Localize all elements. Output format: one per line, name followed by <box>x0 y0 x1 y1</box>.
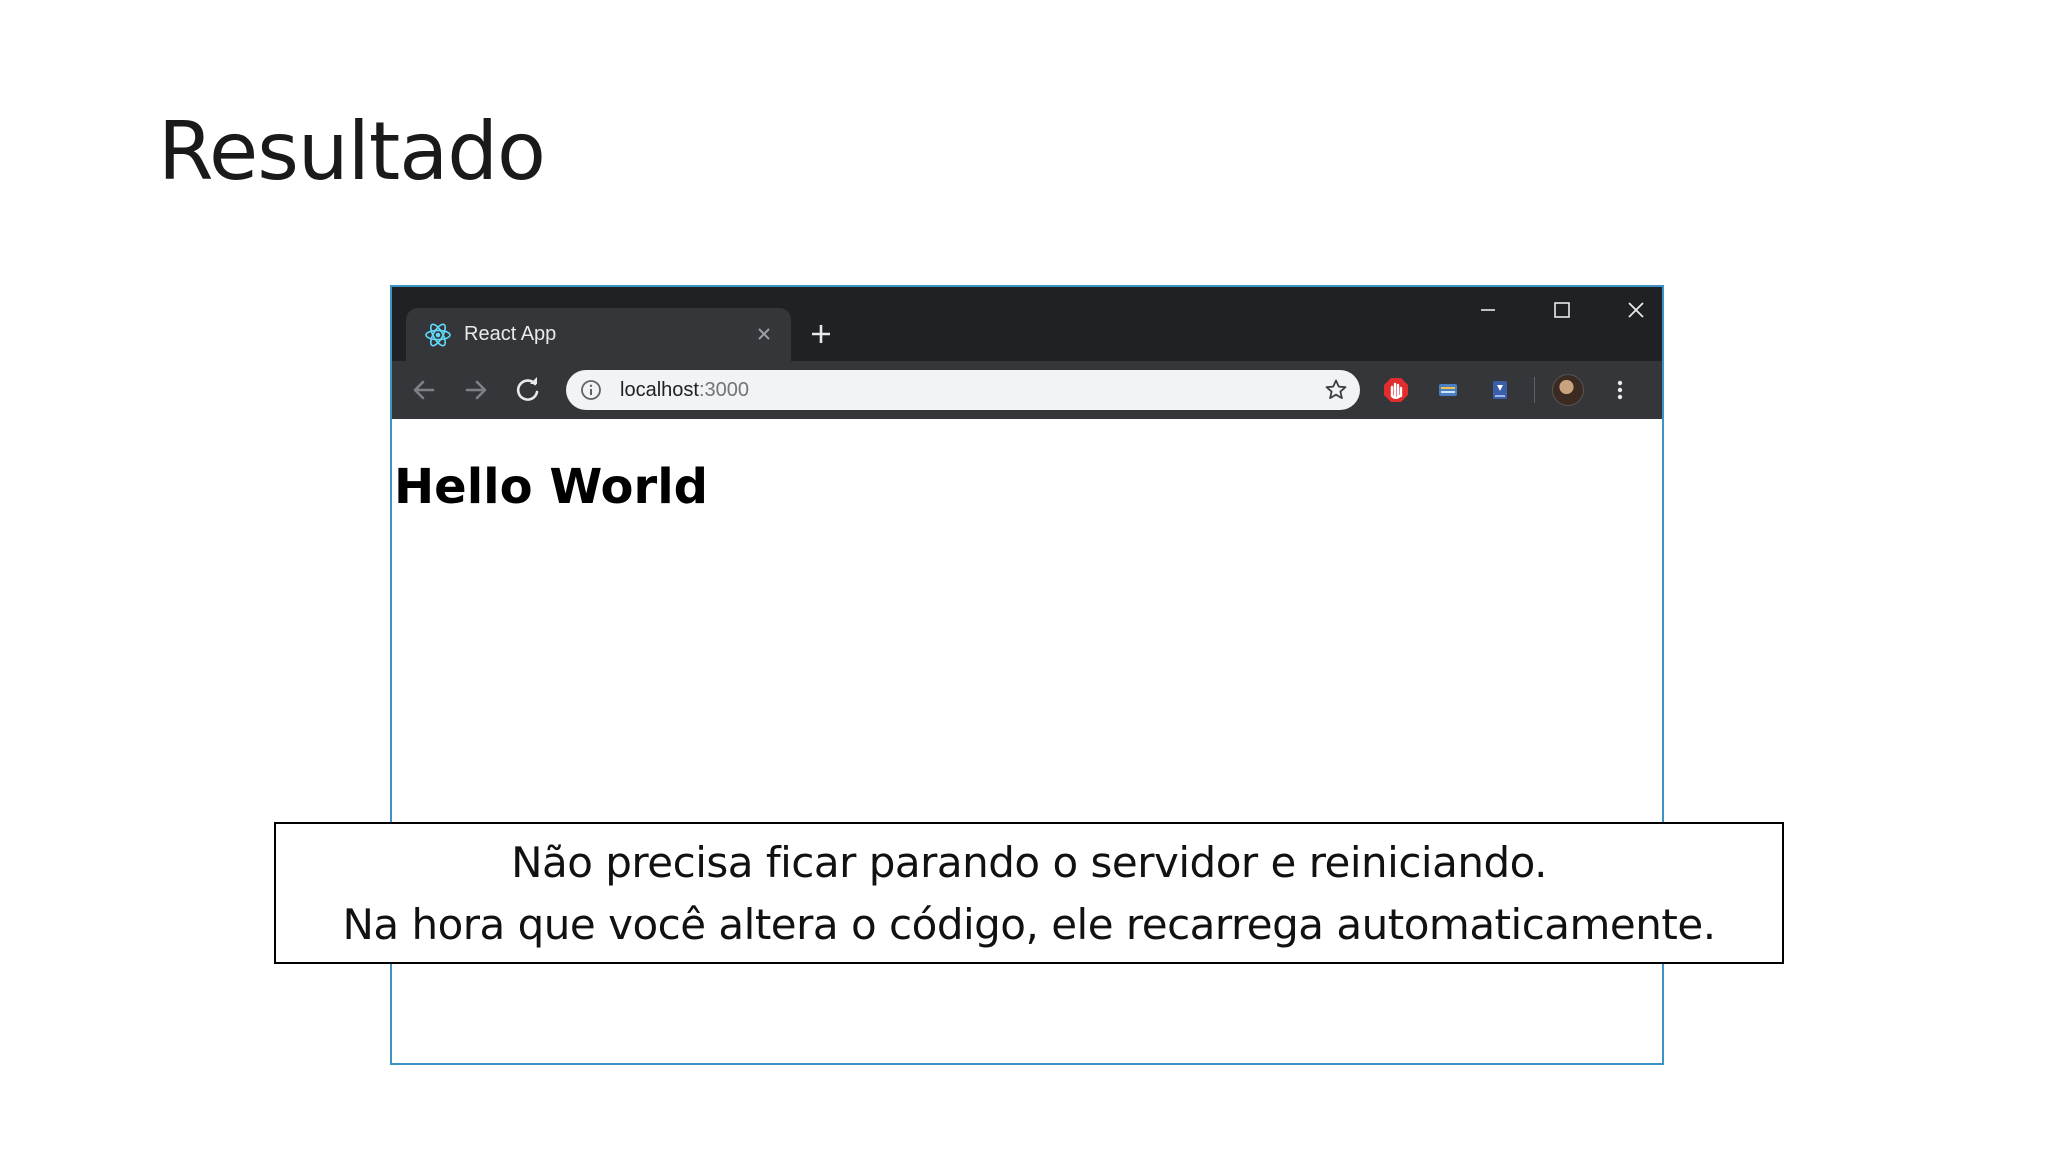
back-arrow-icon[interactable] <box>406 372 442 408</box>
bookmark-star-icon[interactable] <box>1324 378 1348 402</box>
browser-titlebar: React App <box>392 287 1662 361</box>
tab-close-icon[interactable] <box>751 321 777 347</box>
tab-title: React App <box>464 323 557 345</box>
address-url[interactable]: localhost:3000 <box>620 379 749 402</box>
address-host: localhost <box>620 379 699 401</box>
profile-avatar[interactable] <box>1552 374 1584 406</box>
reload-icon[interactable] <box>510 372 546 408</box>
react-atom-icon <box>425 323 451 347</box>
callout-line-2: Na hora que você altera o código, ele re… <box>342 900 1716 949</box>
browser-toolbar: localhost:3000 <box>392 361 1662 419</box>
adblock-extension-icon[interactable] <box>1382 376 1410 404</box>
info-icon[interactable] <box>580 379 602 401</box>
forward-arrow-icon[interactable] <box>458 372 494 408</box>
extension-icon[interactable] <box>1434 376 1462 404</box>
maximize-icon[interactable] <box>1540 293 1584 327</box>
tab-react-app[interactable]: React App <box>406 308 791 361</box>
callout-box: Não precisa ficar parando o servidor e r… <box>274 822 1784 964</box>
slide-title: Resultado <box>158 105 546 198</box>
new-tab-icon[interactable] <box>804 317 838 351</box>
page-heading: Hello World <box>394 459 709 515</box>
page-viewport: Hello World <box>392 419 1662 1063</box>
window-close-icon[interactable] <box>1614 293 1658 327</box>
address-port: :3000 <box>698 379 749 401</box>
address-bar[interactable]: localhost:3000 <box>566 370 1360 410</box>
more-menu-icon[interactable] <box>1610 376 1630 404</box>
callout-line-1: Não precisa ficar parando o servidor e r… <box>511 838 1547 887</box>
minimize-icon[interactable] <box>1466 293 1510 327</box>
bookmark-extension-icon[interactable] <box>1486 376 1514 404</box>
toolbar-separator <box>1534 377 1535 403</box>
